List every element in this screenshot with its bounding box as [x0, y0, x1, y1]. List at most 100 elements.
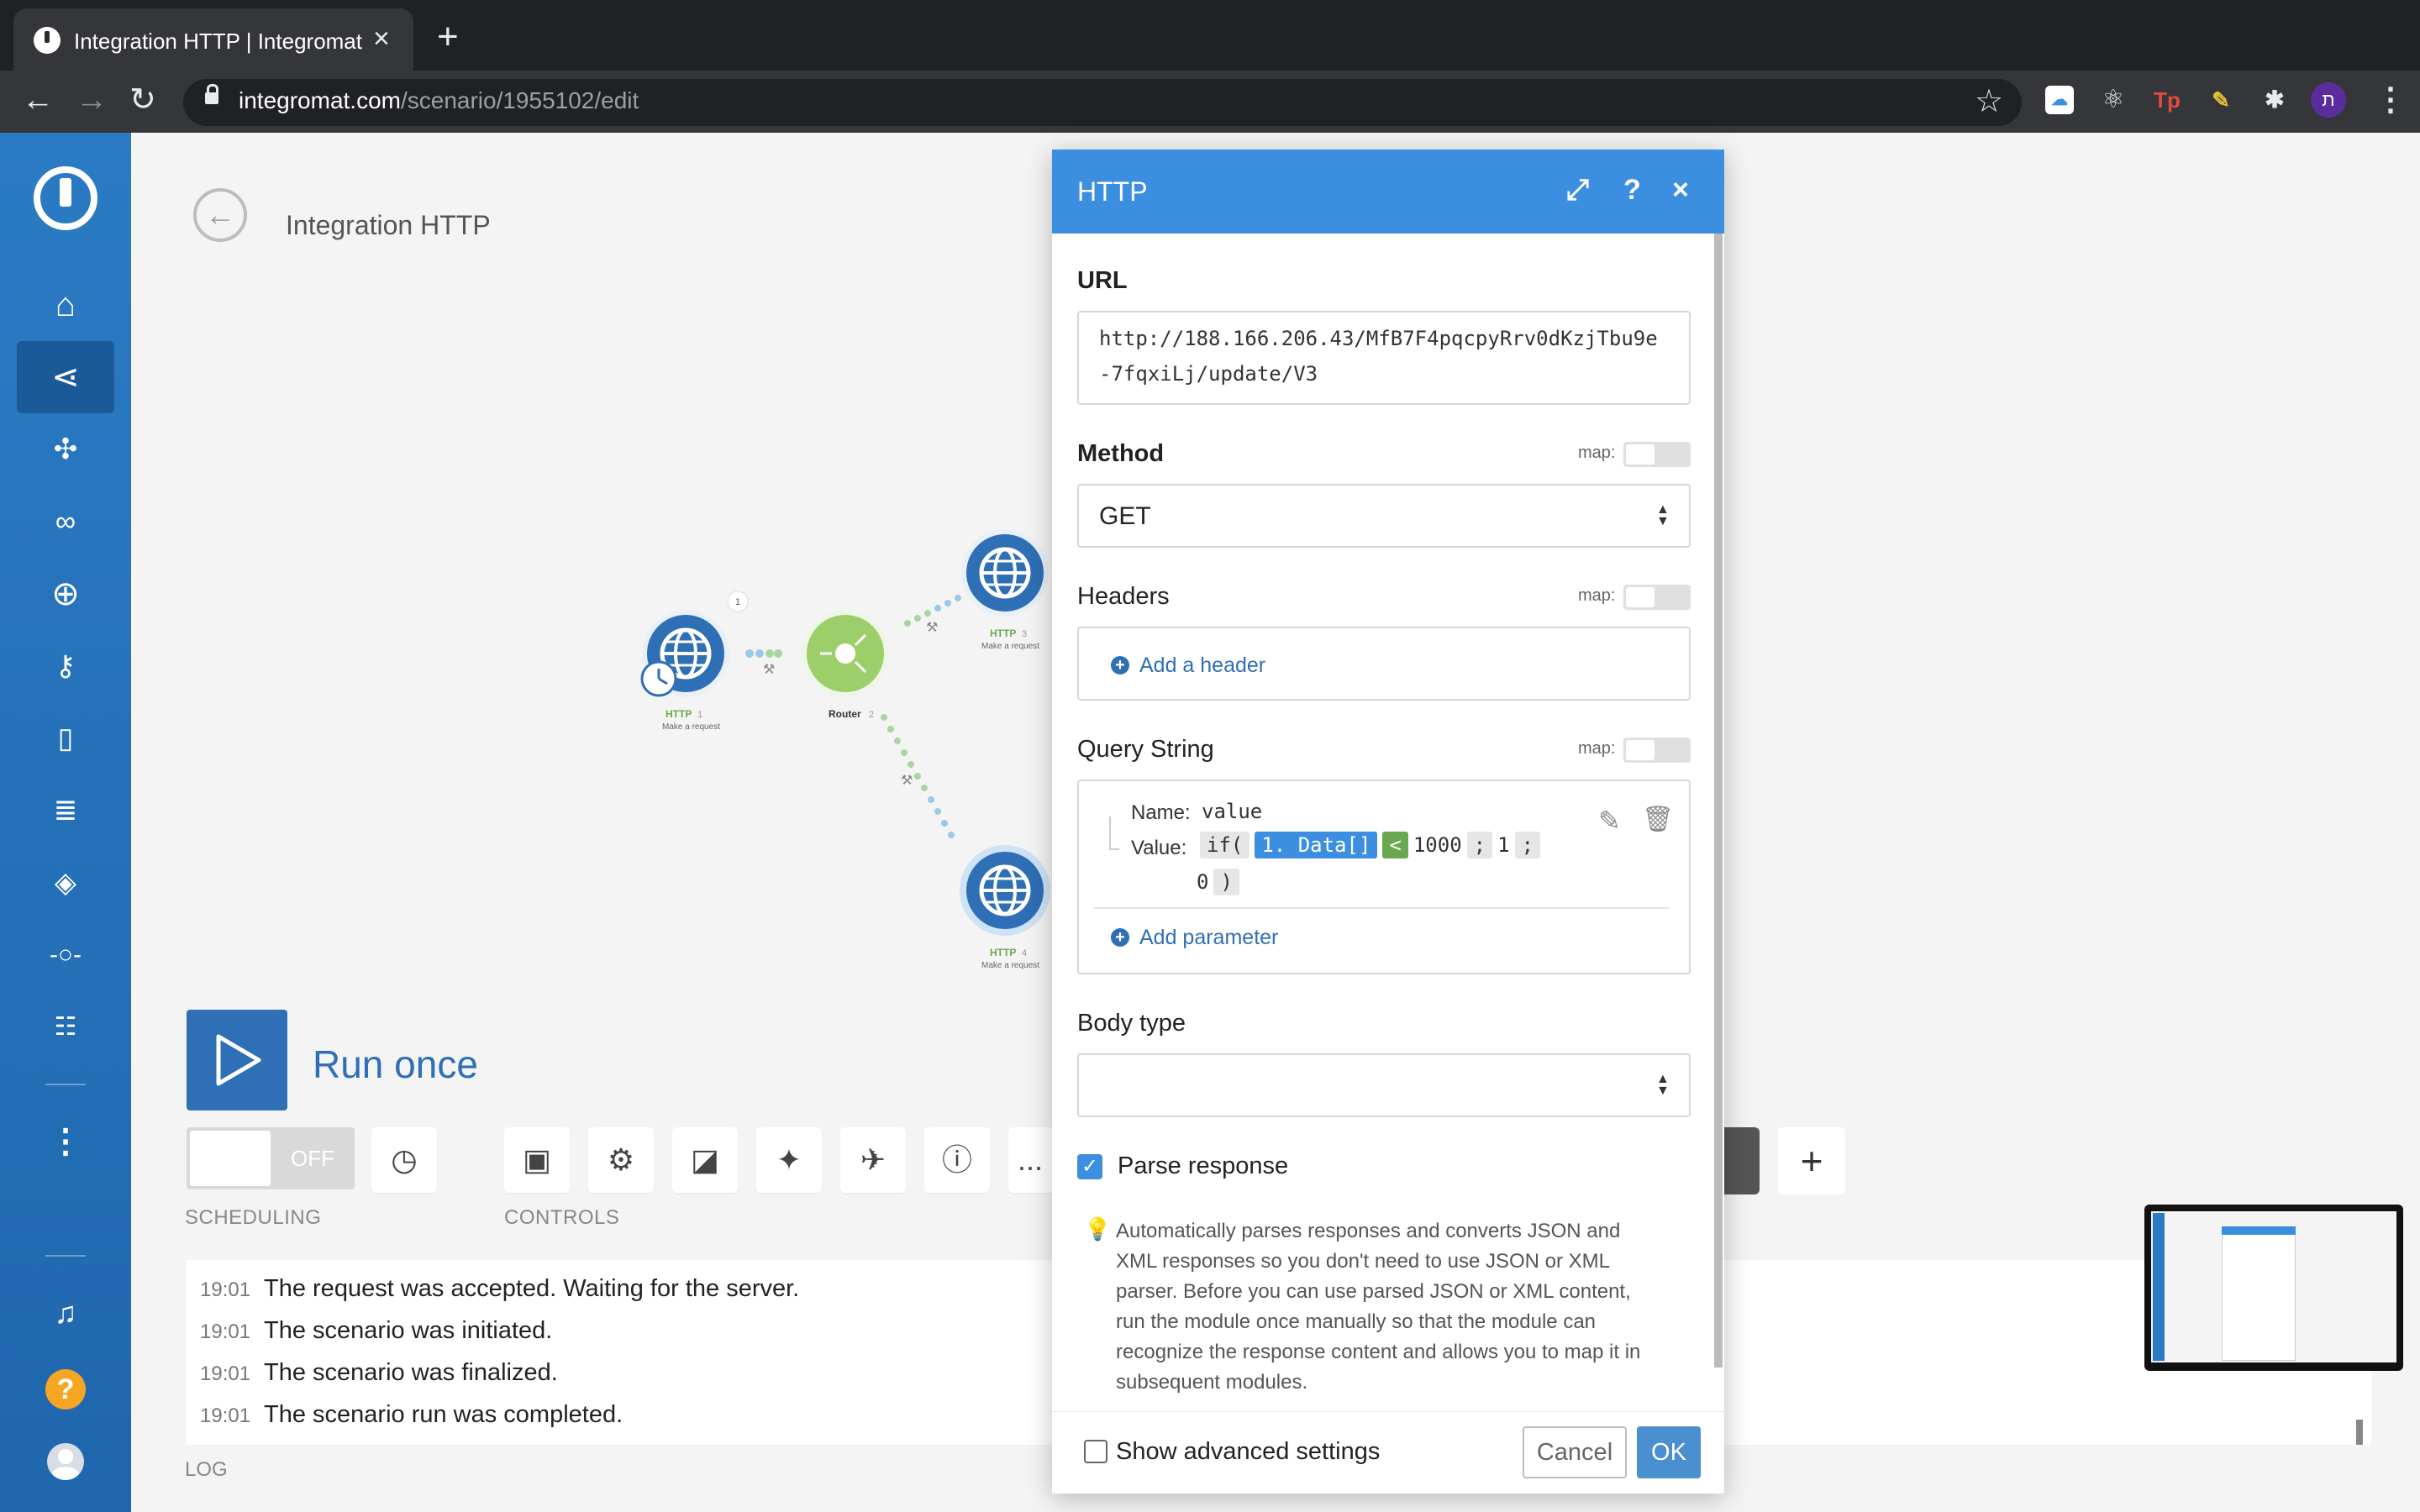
- toggle-knob: [190, 1131, 271, 1186]
- log-scrollbar[interactable]: [2356, 1420, 2363, 1445]
- log-caption: LOG: [185, 1458, 228, 1481]
- back-arrow-icon[interactable]: ←: [22, 81, 54, 119]
- reload-icon[interactable]: ↻: [129, 81, 156, 119]
- integromat-logo-icon[interactable]: [34, 166, 97, 230]
- data-structures-cube-icon[interactable]: ◈: [17, 847, 114, 919]
- hint-line: parser. Before you can use parsed JSON o…: [1116, 1280, 1631, 1303]
- separator-token: ;: [1514, 832, 1541, 858]
- connections-link-icon[interactable]: ∞: [17, 486, 114, 558]
- node-badge: 3: [1022, 629, 1027, 639]
- notes-icon[interactable]: ◪: [672, 1127, 738, 1193]
- tp-extension-icon[interactable]: Tp: [2153, 86, 2181, 114]
- notifications-bell-icon[interactable]: ♫: [17, 1277, 114, 1349]
- help-question-icon[interactable]: ⓘ: [924, 1127, 990, 1193]
- explain-flow-plane-icon[interactable]: ✈: [840, 1127, 906, 1193]
- hint-bulb-icon: 💡: [1084, 1216, 1112, 1242]
- sidebar-divider: [45, 1255, 86, 1257]
- filter-wrench-icon[interactable]: ⚒: [763, 663, 775, 677]
- log-time: 19:01: [200, 1278, 251, 1301]
- expand-icon[interactable]: ⤢: [1566, 173, 1589, 207]
- log-message: The scenario run was completed.: [264, 1401, 623, 1428]
- method-select[interactable]: [1077, 484, 1691, 548]
- hint-line: recognize the response content and allow…: [1116, 1341, 1641, 1363]
- delete-trash-icon[interactable]: 🗑: [1642, 805, 1674, 834]
- add-parameter-link[interactable]: Add parameter: [1139, 926, 1278, 950]
- advanced-settings-checkbox[interactable]: [1084, 1440, 1107, 1463]
- close-icon[interactable]: ×: [1672, 173, 1689, 207]
- body-type-select[interactable]: [1077, 1053, 1691, 1117]
- browser-menu-icon[interactable]: ⋮: [2375, 81, 2407, 118]
- query-string-label: Query String: [1077, 736, 1214, 763]
- settings-gear-icon[interactable]: ⚙: [588, 1127, 654, 1193]
- http-module-3[interactable]: [961, 529, 1049, 617]
- bookmark-star-icon[interactable]: ☆: [1975, 82, 2003, 120]
- node-label: HTTP: [666, 708, 692, 720]
- minimap-panel-header: [2222, 1226, 2296, 1235]
- select-arrows-icon: ▲ ▼: [1656, 1072, 1670, 1098]
- edit-pencil-icon[interactable]: ✎: [1598, 805, 1621, 837]
- ok-button[interactable]: OK: [1637, 1426, 1701, 1478]
- devices-mobile-icon[interactable]: ▯: [17, 702, 114, 774]
- save-icon[interactable]: ▣: [504, 1127, 570, 1193]
- scenarios-share-icon[interactable]: ⋖: [17, 341, 114, 413]
- user-avatar[interactable]: [47, 1443, 84, 1480]
- templates-puzzle-icon[interactable]: ✣: [17, 413, 114, 486]
- add-header-link[interactable]: Add a header: [1139, 654, 1265, 678]
- cancel-button[interactable]: Cancel: [1523, 1426, 1627, 1478]
- headers-map-switch[interactable]: [1623, 585, 1691, 610]
- parse-response-checkbox[interactable]: ✓: [1077, 1154, 1102, 1179]
- router-module[interactable]: [802, 610, 889, 697]
- browser-tab[interactable]: Integration HTTP | Integromat ×: [13, 8, 413, 71]
- auto-align-wand-icon[interactable]: ✦: [756, 1127, 822, 1193]
- picker-extension-icon[interactable]: ✎: [2207, 86, 2235, 114]
- query-map-switch[interactable]: [1623, 738, 1691, 763]
- back-circle-icon[interactable]: ←: [193, 188, 247, 242]
- add-module-plus-icon[interactable]: +: [1778, 1127, 1845, 1194]
- fn-token: if(: [1200, 832, 1250, 858]
- data-stores-icon[interactable]: ≣: [17, 774, 114, 847]
- parse-response-hint: Automatically parses responses and conve…: [1116, 1216, 1687, 1398]
- react-extension-icon[interactable]: ⚛: [2099, 86, 2128, 114]
- operations-count: 1: [735, 597, 740, 607]
- filter-wrench-icon[interactable]: ⚒: [926, 621, 938, 635]
- connector-http-router[interactable]: [745, 649, 782, 658]
- dialog-scrollbar[interactable]: [1714, 234, 1723, 1368]
- profile-avatar[interactable]: ת: [2311, 82, 2346, 118]
- separator-token: ;: [1466, 832, 1493, 858]
- cloud-extension-icon[interactable]: ☁: [2045, 86, 2074, 114]
- add-circle-icon: +: [1111, 656, 1129, 675]
- http-module-4[interactable]: [960, 845, 1050, 936]
- tab-title: Integration HTTP | Integromat: [74, 29, 362, 54]
- custom-apps-icon[interactable]: -○-: [17, 919, 114, 991]
- log-message: The scenario was initiated.: [264, 1317, 553, 1344]
- map-label: map:: [1578, 444, 1616, 462]
- run-once-label[interactable]: Run once: [313, 1042, 478, 1087]
- home-icon[interactable]: ⌂: [17, 269, 114, 341]
- new-tab-icon[interactable]: +: [437, 18, 459, 55]
- keys-icon[interactable]: ⚷: [17, 630, 114, 702]
- webhooks-globe-icon[interactable]: ⊕: [17, 558, 114, 630]
- close-paren-token: ): [1213, 869, 1239, 895]
- node-sub: Make a request: [662, 722, 720, 732]
- node-sub: Make a request: [981, 961, 1039, 970]
- http-module-1[interactable]: [640, 610, 729, 697]
- parse-response-label[interactable]: Parse response: [1118, 1152, 1288, 1180]
- connector-router-http4[interactable]: [881, 714, 955, 838]
- method-map-switch[interactable]: [1623, 442, 1691, 467]
- extensions-puzzle-icon[interactable]: ✱: [2260, 86, 2289, 114]
- var-token: 1. Data[]: [1255, 832, 1378, 858]
- forward-arrow-icon[interactable]: →: [76, 81, 108, 119]
- more-vertical-icon[interactable]: ⋮: [17, 1105, 114, 1178]
- team-users-icon[interactable]: ☷: [17, 991, 114, 1063]
- advanced-settings-label[interactable]: Show advanced settings: [1116, 1438, 1380, 1466]
- help-icon[interactable]: ?: [45, 1369, 86, 1410]
- schedule-clock-button[interactable]: ◷: [371, 1127, 437, 1193]
- help-icon[interactable]: ?: [1623, 173, 1641, 207]
- close-tab-icon[interactable]: ×: [373, 22, 390, 55]
- filter-wrench-icon[interactable]: ⚒: [901, 774, 913, 788]
- url-value-line2: -7fqxiLj/update/V3: [1099, 362, 1318, 386]
- more-controls-icon[interactable]: ...: [1008, 1127, 1052, 1193]
- qs-value-key: Value:: [1131, 837, 1187, 859]
- play-icon: [216, 1034, 261, 1086]
- literal-token: 1000: [1413, 833, 1462, 857]
